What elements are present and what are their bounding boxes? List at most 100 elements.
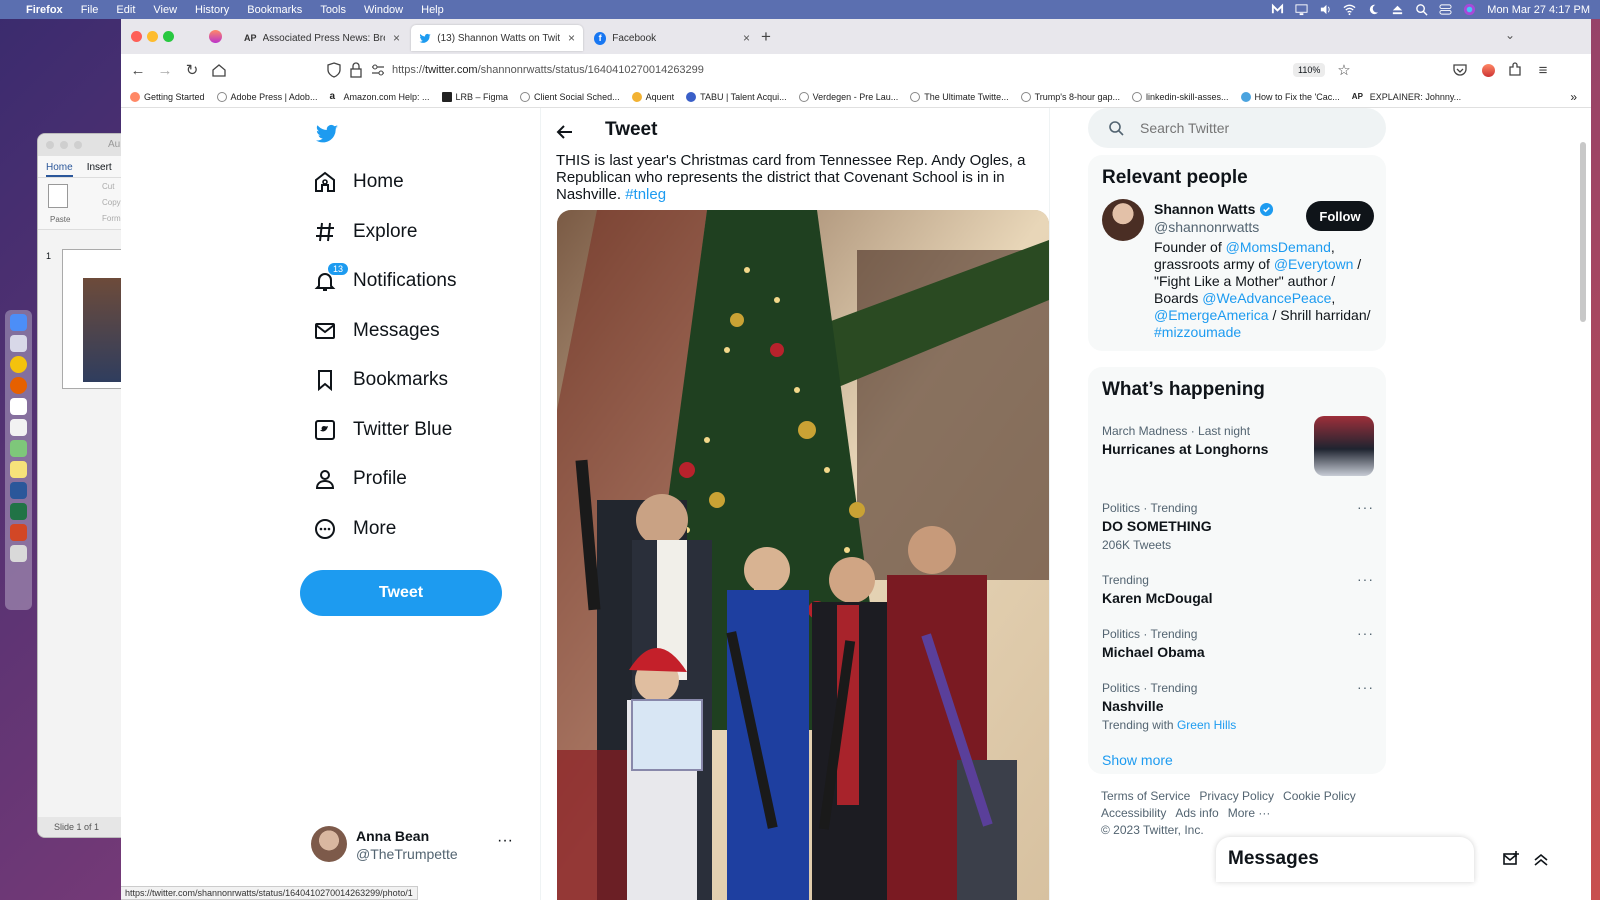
lock-icon[interactable] [347,61,365,79]
excel-dock-icon[interactable] [10,503,27,520]
bookmark-item[interactable]: Aquent [631,91,674,102]
person-handle[interactable]: @shannonrwatts [1154,219,1259,235]
menu-history[interactable]: History [195,4,229,16]
volume-icon[interactable] [1319,3,1332,16]
bio-link[interactable]: @Everytown [1274,256,1354,272]
word-cut-button[interactable]: Cut [102,182,114,191]
word-format-button[interactable]: Form [102,214,121,223]
more-dots-icon[interactable]: ··· [1357,571,1374,587]
display-icon[interactable] [1295,3,1308,16]
list-all-tabs-icon[interactable]: ⌄ [1505,28,1515,42]
nav-bookmarks[interactable]: Bookmarks [313,363,448,397]
footer-link[interactable]: Privacy Policy [1199,789,1274,803]
bookmark-item[interactable]: Client Social Sched... [520,91,620,102]
word-tab-home[interactable]: Home [46,162,73,177]
tracking-shield-icon[interactable] [325,61,343,79]
firefox-account-icon[interactable] [1479,61,1497,79]
tab-ap-news[interactable]: AP Associated Press News: Breakin × [236,25,408,51]
bookmark-item[interactable]: Adobe Press | Adob... [216,91,317,102]
bookmark-star-icon[interactable]: ☆ [1335,61,1353,79]
wifi-icon[interactable] [1343,3,1356,16]
new-tab-button[interactable]: + [761,27,771,47]
twitter-logo-icon[interactable] [313,122,341,146]
close-tab-icon[interactable]: × [735,31,750,45]
bookmark-item[interactable]: How to Fix the 'Cac... [1240,91,1340,102]
maps-dock-icon[interactable] [10,440,27,457]
extensions-icon[interactable] [1506,61,1524,79]
bookmark-item[interactable]: AP EXPLAINER: Johnny... [1352,92,1461,102]
trend-item[interactable]: March Madness · Last night Hurricanes at… [1102,416,1374,476]
word-tab-insert[interactable]: Insert [87,162,112,177]
trend-item[interactable]: Politics · Trending Michael Obama ··· [1102,625,1374,660]
menu-bookmarks[interactable]: Bookmarks [247,4,302,16]
zoom-level[interactable]: 110% [1293,63,1326,77]
word-paste-button[interactable]: Paste [50,215,70,224]
account-switcher[interactable]: Anna Bean @TheTrumpette ··· [311,826,521,866]
app-menu-icon[interactable]: ≡ [1534,61,1552,79]
back-arrow-icon[interactable] [555,122,575,142]
bookmark-item[interactable]: Trump's 8-hour gap... [1020,91,1120,102]
messages-drawer[interactable]: Messages [1216,837,1548,882]
nav-notifications[interactable]: 13 Notifications [313,262,457,298]
more-dots-icon[interactable]: ··· [1357,499,1374,515]
menu-edit[interactable]: Edit [116,4,135,16]
eject-icon[interactable] [1391,3,1404,16]
back-button[interactable]: ← [129,61,147,79]
nav-more[interactable]: More [313,512,396,546]
bookmark-item[interactable]: The Ultimate Twitte... [910,91,1009,102]
footer-link[interactable]: Accessibility [1101,806,1166,820]
forward-button[interactable]: → [156,61,174,79]
search-input[interactable] [1140,120,1360,136]
trend-item[interactable]: Politics · Trending DO SOMETHING 206K Tw… [1102,499,1374,552]
trash-dock-icon[interactable] [10,545,27,562]
bio-link[interactable]: @EmergeAmerica [1154,307,1269,323]
focus-moon-icon[interactable] [1367,3,1380,16]
trend-related-link[interactable]: Green Hills [1177,718,1236,732]
firefox-view-icon[interactable] [209,30,222,43]
more-dots-icon[interactable]: ··· [1357,625,1374,641]
bookmark-item[interactable]: LRB – Figma [441,91,508,102]
background-word-window[interactable]: Au Home Insert Paste Cut Copy Form 1 Sli… [37,133,127,838]
siri-icon[interactable] [1463,3,1476,16]
tweet-compose-button[interactable]: Tweet [300,570,502,616]
hashtag-link[interactable]: #tnleg [625,186,666,203]
bookmark-item[interactable]: linkedin-skill-asses... [1132,91,1229,102]
search-box[interactable] [1088,108,1386,148]
nav-home[interactable]: Home [313,165,404,199]
tab-twitter[interactable]: (13) Shannon Watts on Twitter: × [411,25,583,51]
word-copy-button[interactable]: Copy [102,198,121,207]
minimize-window-button[interactable] [147,31,158,42]
bookmark-item[interactable]: Verdegen - Pre Lau... [798,91,898,102]
more-dots-icon[interactable]: ··· [497,832,513,850]
menu-help[interactable]: Help [421,4,444,16]
bio-link[interactable]: #mizzoumade [1154,324,1241,340]
nav-messages[interactable]: Messages [313,314,440,348]
spotlight-search-icon[interactable] [1415,3,1428,16]
menu-firefox[interactable]: Firefox [26,4,63,16]
control-center-icon[interactable] [1439,3,1452,16]
trend-item[interactable]: Trending Karen McDougal ··· [1102,571,1374,606]
finder-dock-icon[interactable] [10,314,27,331]
notes-dock-icon[interactable] [10,461,27,478]
show-more-link[interactable]: Show more [1102,752,1173,768]
bookmark-item[interactable]: Getting Started [130,91,205,102]
avatar[interactable] [1102,199,1144,241]
menubar-datetime[interactable]: Mon Mar 27 4:17 PM [1487,4,1590,16]
close-tab-icon[interactable]: × [560,31,575,45]
footer-link[interactable]: More ··· [1228,806,1271,820]
zoom-window-button[interactable] [163,31,174,42]
firefox-dock-icon[interactable] [10,377,27,394]
menu-tools[interactable]: Tools [320,4,346,16]
new-message-icon[interactable] [1502,850,1520,868]
more-dots-icon[interactable]: ··· [1357,679,1374,695]
nav-explore[interactable]: Explore [313,215,417,249]
menu-window[interactable]: Window [364,4,403,16]
pages-dock-icon[interactable] [10,419,27,436]
menu-view[interactable]: View [153,4,177,16]
word-dock-icon[interactable] [10,482,27,499]
footer-link[interactable]: Terms of Service [1101,789,1190,803]
expand-drawer-icon[interactable] [1532,850,1550,868]
follow-button[interactable]: Follow [1306,201,1374,231]
bio-link[interactable]: @WeAdvancePeace [1202,290,1331,306]
home-page-icon[interactable] [210,61,228,79]
